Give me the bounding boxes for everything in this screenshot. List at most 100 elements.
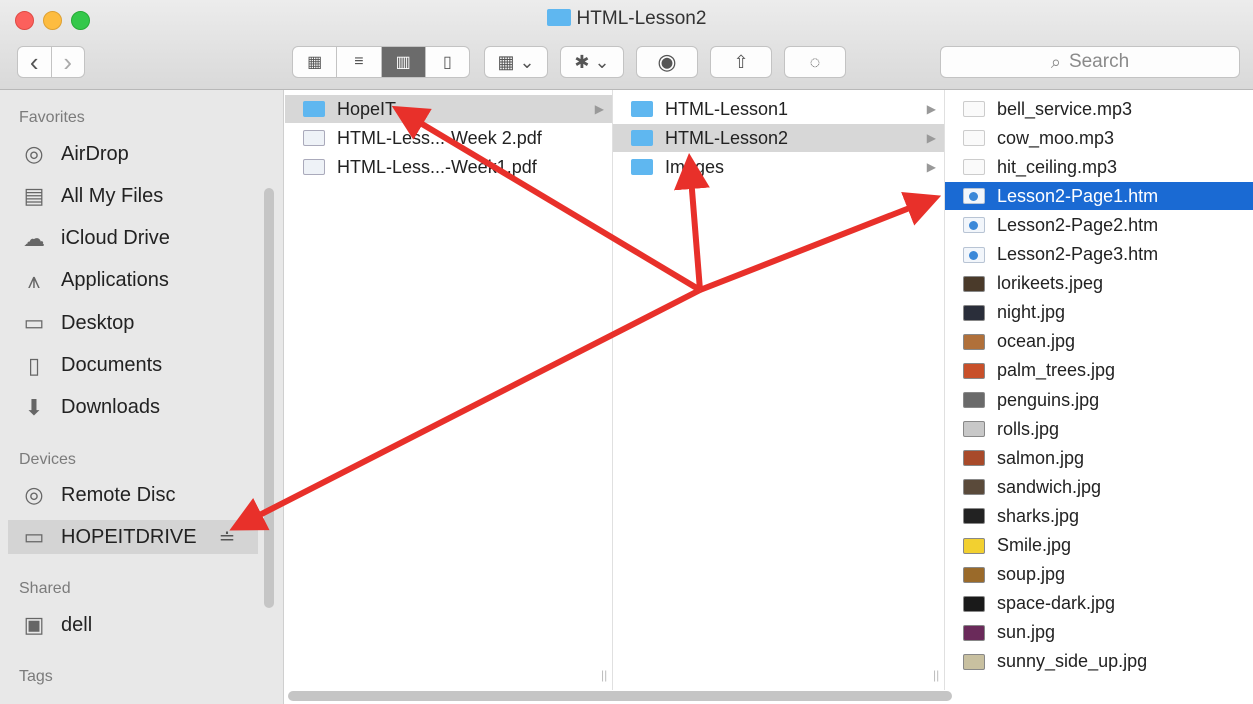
file-name: palm_trees.jpg: [997, 360, 1116, 381]
sidebar-icon: ▭: [23, 524, 45, 549]
file-row[interactable]: Images ▶: [613, 153, 944, 181]
file-row[interactable]: Lesson2-Page3.htm: [945, 241, 1253, 269]
list-view-button[interactable]: ≡: [337, 47, 382, 77]
sidebar-item-remote-disc[interactable]: ◎ Remote Disc: [19, 478, 175, 512]
file-row[interactable]: salmon.jpg: [945, 444, 1253, 472]
img-file-icon: [963, 450, 985, 467]
img-file-icon: [963, 362, 985, 379]
file-row[interactable]: HTML-Lesson2 ▶: [613, 124, 944, 153]
file-row[interactable]: Smile.jpg: [945, 532, 1253, 560]
search-field[interactable]: ⌕ Search: [940, 46, 1240, 78]
file-row[interactable]: Lesson2-Page2.htm: [945, 211, 1253, 239]
file-row[interactable]: rolls.jpg: [945, 415, 1253, 443]
file-name: lorikeets.jpeg: [997, 273, 1104, 294]
tag-button[interactable]: ◌: [784, 46, 846, 78]
img-file-icon: [963, 537, 985, 554]
sidebar-icon: ◎: [24, 141, 44, 166]
file-name: Lesson2-Page1.htm: [997, 185, 1159, 206]
sidebar: Favorites ◎ AirDrop ▤ All My Files ☁ iCloud D…: [0, 90, 284, 704]
file-row[interactable]: sunny_side_up.jpg: [945, 648, 1253, 676]
action-button[interactable]: ✱ ⌄: [560, 46, 624, 78]
pdf-file-icon: [303, 130, 325, 147]
sidebar-icon: ☁: [23, 225, 45, 251]
file-row[interactable]: soup.jpg: [945, 561, 1253, 589]
sidebar-item-label: AirDrop: [61, 142, 129, 165]
file-name: ocean.jpg: [997, 331, 1076, 352]
file-row[interactable]: sandwich.jpg: [945, 473, 1253, 501]
column-1: HopeIT ▶ HTML-Less...-Week 2.pdf HTML-Less.…: [285, 90, 613, 690]
column-view-button[interactable]: ▥: [381, 47, 426, 77]
img-file-icon: [963, 508, 985, 525]
file-row[interactable]: HTML-Less...-Week 2.pdf: [285, 124, 612, 152]
sidebar-item-label: Applications: [61, 269, 169, 292]
img-file-icon: [963, 595, 985, 612]
window-title: HTML-Lesson2: [0, 8, 1253, 30]
sidebar-item-applications[interactable]: ⩚ Applications: [19, 264, 169, 298]
disclosure-arrow-icon: ▶: [926, 102, 936, 116]
sidebar-icon: ⩚: [27, 267, 41, 293]
cover-flow-button[interactable]: ▯: [426, 47, 469, 77]
sidebar-item-dell[interactable]: ▣ dell: [19, 608, 93, 642]
search-icon: ⌕: [1050, 51, 1061, 72]
eject-button[interactable]: ≐: [219, 525, 236, 550]
htm-file-icon: [963, 217, 985, 234]
column-2: HTML-Lesson1 ▶ HTML-Lesson2 ▶ Images ▶: [613, 90, 945, 690]
file-row[interactable]: sun.jpg: [945, 619, 1253, 647]
img-file-icon: [963, 304, 985, 321]
audio-file-icon: [963, 101, 985, 117]
file-row[interactable]: space-dark.jpg: [945, 590, 1253, 618]
sidebar-item-label: Downloads: [61, 396, 160, 419]
file-row[interactable]: palm_trees.jpg: [945, 357, 1253, 385]
quick-look-button[interactable]: ◉: [636, 46, 698, 78]
search-placeholder: Search: [1068, 51, 1130, 72]
sidebar-item-label: All My Files: [61, 184, 164, 207]
sidebar-item-label: iCloud Drive: [61, 227, 170, 250]
sidebar-item-downloads[interactable]: ⬇ Downloads: [19, 391, 160, 425]
folder-file-icon: [631, 159, 653, 176]
column-resize-handle[interactable]: ||: [933, 668, 939, 682]
file-row[interactable]: sharks.jpg: [945, 502, 1253, 530]
window-title-text: HTML-Lesson2: [576, 8, 707, 29]
file-row[interactable]: lorikeets.jpeg: [945, 270, 1253, 298]
sidebar-item-icloud-drive[interactable]: ☁ iCloud Drive: [19, 222, 170, 256]
disclosure-arrow-icon: ▶: [926, 160, 936, 175]
file-row[interactable]: Lesson2-Page1.htm: [945, 182, 1253, 211]
disclosure-arrow-icon: ▶: [926, 131, 936, 146]
file-row[interactable]: night.jpg: [945, 299, 1253, 327]
file-row[interactable]: HopeIT ▶: [285, 95, 612, 123]
sidebar-item-airdrop[interactable]: ◎ AirDrop: [19, 137, 129, 171]
file-name: cow_moo.mp3: [997, 127, 1115, 148]
file-row[interactable]: penguins.jpg: [945, 386, 1253, 414]
icon-view-button[interactable]: ▦: [293, 47, 338, 77]
tags-header: Tags: [19, 668, 53, 685]
file-name: HTML-Less...-Week 2.pdf: [337, 127, 542, 148]
sidebar-icon: ◎: [24, 482, 44, 507]
audio-file-icon: [963, 130, 985, 147]
sidebar-icon: ⬇: [24, 394, 44, 420]
forward-button[interactable]: ›: [52, 47, 85, 77]
img-file-icon: [963, 333, 985, 350]
file-name: hit_ceiling.mp3: [997, 156, 1118, 177]
file-row[interactable]: ocean.jpg: [945, 328, 1253, 356]
file-row[interactable]: HTML-Lesson1 ▶: [613, 95, 944, 123]
htm-file-icon: [963, 246, 985, 263]
sidebar-scrollbar[interactable]: [264, 188, 274, 608]
file-row[interactable]: cow_moo.mp3: [945, 124, 1253, 152]
sidebar-item-documents[interactable]: ▯ Documents: [19, 349, 162, 383]
sidebar-item-desktop[interactable]: ▭ Desktop: [19, 306, 135, 340]
sidebar-item-hopeitdrive[interactable]: ▭ HOPEITDRIVE ≐: [8, 520, 258, 554]
back-button[interactable]: ‹: [18, 47, 52, 77]
file-name: rolls.jpg: [997, 418, 1060, 439]
file-row[interactable]: hit_ceiling.mp3: [945, 153, 1253, 181]
sidebar-item-all-my-files[interactable]: ▤ All My Files: [19, 179, 164, 213]
arrange-button[interactable]: ▦ ⌄: [484, 46, 548, 78]
share-button[interactable]: ⇧: [710, 46, 772, 78]
disclosure-arrow-icon: ▶: [594, 102, 604, 116]
sidebar-item-label: Documents: [61, 354, 163, 376]
file-row[interactable]: bell_service.mp3: [945, 95, 1253, 123]
horizontal-scrollbar[interactable]: [288, 691, 952, 701]
file-name: sharks.jpg: [997, 505, 1080, 526]
column-resize-handle[interactable]: ||: [601, 668, 607, 682]
file-row[interactable]: HTML-Less...-Week1.pdf: [285, 153, 612, 181]
audio-file-icon: [963, 159, 985, 176]
